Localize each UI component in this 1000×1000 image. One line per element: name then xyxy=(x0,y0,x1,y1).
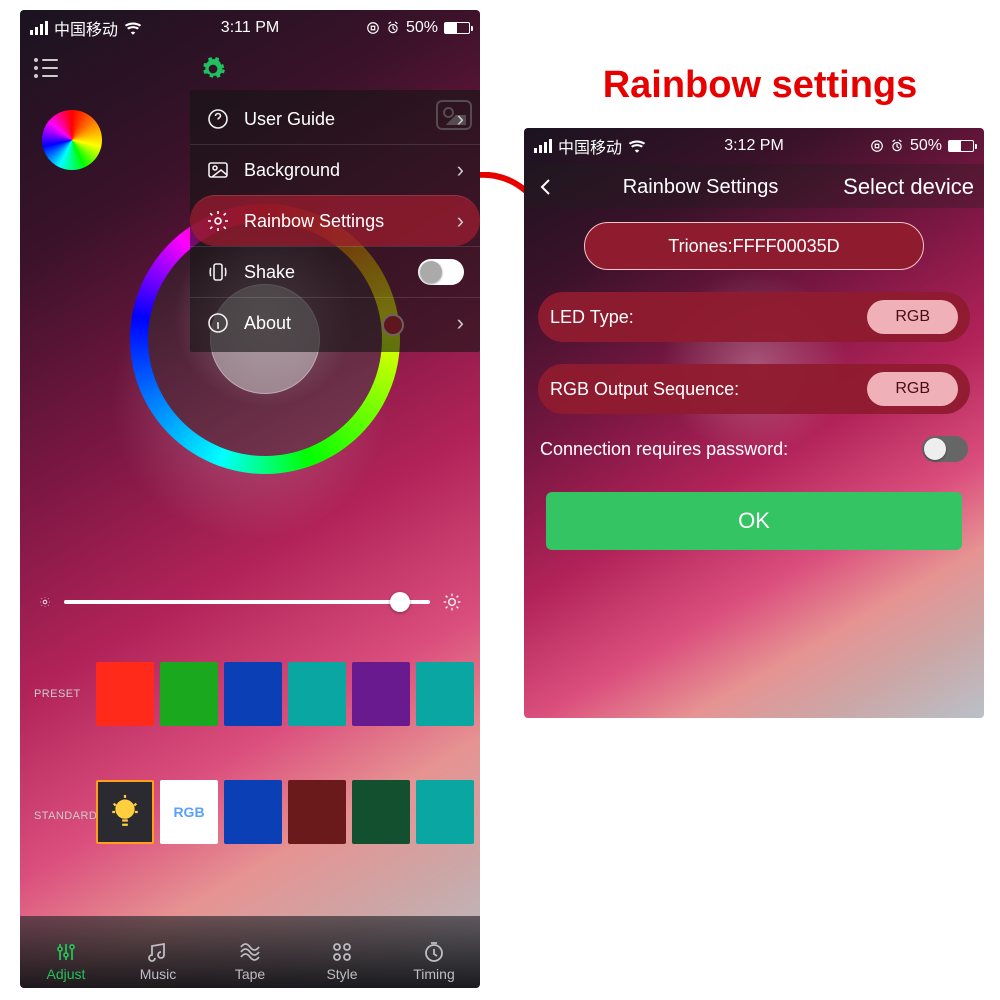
settings-gear-button[interactable] xyxy=(200,56,226,82)
standard-swatch[interactable] xyxy=(224,780,282,844)
password-row: Connection requires password: xyxy=(538,436,970,462)
preset-label: PRESET xyxy=(34,688,81,700)
battery-percent: 50% xyxy=(910,137,942,155)
brightness-slider[interactable] xyxy=(64,600,430,604)
rgb-seq-label: RGB Output Sequence: xyxy=(550,379,739,400)
brightness-high-icon xyxy=(442,592,462,612)
phone-rainbow-settings-screen: 中国移动 3:12 PM 50% Rainbow Settings Select… xyxy=(524,128,984,718)
image-icon xyxy=(206,158,230,182)
tab-label: Music xyxy=(140,966,177,982)
clock: 3:11 PM xyxy=(221,19,279,37)
device-chip[interactable]: Triones:FFFF00035D xyxy=(584,222,924,270)
brightness-row xyxy=(38,592,462,612)
signal-icon xyxy=(30,21,48,35)
menu-item-label: Background xyxy=(244,160,340,181)
orientation-lock-icon xyxy=(870,139,884,153)
battery-percent: 50% xyxy=(406,19,438,37)
orientation-lock-icon xyxy=(366,21,380,35)
ok-button-label: OK xyxy=(738,508,770,534)
battery-icon xyxy=(444,22,470,34)
back-button[interactable] xyxy=(534,175,558,199)
wifi-icon xyxy=(628,139,646,153)
standard-swatch-white[interactable]: RGB xyxy=(160,780,218,844)
gear-icon xyxy=(206,209,230,233)
tab-timing[interactable]: Timing xyxy=(388,940,480,982)
preset-swatch[interactable] xyxy=(416,662,474,726)
status-bar: 中国移动 3:12 PM 50% xyxy=(524,128,984,164)
signal-icon xyxy=(534,139,552,153)
menu-item-shake[interactable]: Shake xyxy=(190,246,480,297)
device-name: Triones:FFFF00035D xyxy=(668,236,839,257)
annotation-title: Rainbow settings xyxy=(530,64,990,107)
alarm-icon xyxy=(386,21,400,35)
page-header: Rainbow Settings Select device xyxy=(524,164,984,208)
standard-swatch[interactable] xyxy=(416,780,474,844)
question-icon xyxy=(206,107,230,131)
bottom-tabbar: Adjust Music Tape Style Timing xyxy=(20,916,480,988)
brightness-thumb[interactable] xyxy=(390,592,410,612)
bulb-icon xyxy=(108,792,142,832)
phone-adjust-screen: 中国移动 3:11 PM 50% xyxy=(20,10,480,988)
preset-swatch[interactable] xyxy=(96,662,154,726)
tab-adjust[interactable]: Adjust xyxy=(20,940,112,982)
vibrate-icon xyxy=(206,260,230,284)
chevron-right-icon: › xyxy=(457,157,464,183)
menu-item-rainbow-settings[interactable]: Rainbow Settings › xyxy=(190,195,480,246)
preset-swatch-row xyxy=(96,662,474,726)
settings-menu: User Guide › Background › Rainbow Settin… xyxy=(190,90,480,352)
menu-item-about[interactable]: About › xyxy=(190,297,480,348)
page-title: Rainbow Settings xyxy=(558,176,843,199)
carrier-label: 中国移动 xyxy=(54,16,118,40)
standard-swatch[interactable] xyxy=(288,780,346,844)
menu-item-background[interactable]: Background › xyxy=(190,144,480,195)
tab-music[interactable]: Music xyxy=(112,940,204,982)
standard-label: STANDARD xyxy=(34,810,97,822)
chevron-right-icon: › xyxy=(457,208,464,234)
carrier-label: 中国移动 xyxy=(558,134,622,158)
chevron-right-icon: › xyxy=(457,310,464,336)
brightness-low-icon xyxy=(38,595,52,609)
menu-item-label: Shake xyxy=(244,262,295,283)
standard-swatch-row: RGB xyxy=(96,780,474,844)
preset-swatch[interactable] xyxy=(224,662,282,726)
preset-swatch[interactable] xyxy=(352,662,410,726)
led-type-row: LED Type: RGB xyxy=(538,292,970,342)
password-label: Connection requires password: xyxy=(540,439,788,460)
chevron-right-icon: › xyxy=(457,106,464,132)
tab-label: Tape xyxy=(235,966,265,982)
tab-style[interactable]: Style xyxy=(296,940,388,982)
menu-item-label: About xyxy=(244,313,291,334)
app-header xyxy=(20,46,480,90)
preset-swatch[interactable] xyxy=(288,662,346,726)
shake-toggle[interactable] xyxy=(418,259,464,285)
menu-item-label: Rainbow Settings xyxy=(244,211,384,232)
tab-label: Style xyxy=(326,966,357,982)
rgb-seq-row: RGB Output Sequence: RGB xyxy=(538,364,970,414)
menu-item-label: User Guide xyxy=(244,109,335,130)
preset-swatch[interactable] xyxy=(160,662,218,726)
tab-tape[interactable]: Tape xyxy=(204,940,296,982)
ok-button[interactable]: OK xyxy=(546,492,962,550)
alarm-icon xyxy=(890,139,904,153)
tab-label: Adjust xyxy=(47,966,86,982)
password-toggle[interactable] xyxy=(922,436,968,462)
status-bar: 中国移动 3:11 PM 50% xyxy=(20,10,480,46)
menu-list-icon[interactable] xyxy=(34,58,58,78)
standard-swatch-bulb[interactable] xyxy=(96,780,154,844)
standard-swatch[interactable] xyxy=(352,780,410,844)
led-type-value[interactable]: RGB xyxy=(867,300,958,334)
battery-icon xyxy=(948,140,974,152)
select-device-button[interactable]: Select device xyxy=(843,174,974,200)
tab-label: Timing xyxy=(413,966,455,982)
wifi-icon xyxy=(124,21,142,35)
info-icon xyxy=(206,311,230,335)
led-type-label: LED Type: xyxy=(550,307,634,328)
color-dial-preview[interactable] xyxy=(42,110,102,170)
menu-item-user-guide[interactable]: User Guide › xyxy=(190,94,480,144)
standard-white-label: RGB xyxy=(173,804,204,820)
rgb-seq-value[interactable]: RGB xyxy=(867,372,958,406)
clock: 3:12 PM xyxy=(724,137,784,155)
